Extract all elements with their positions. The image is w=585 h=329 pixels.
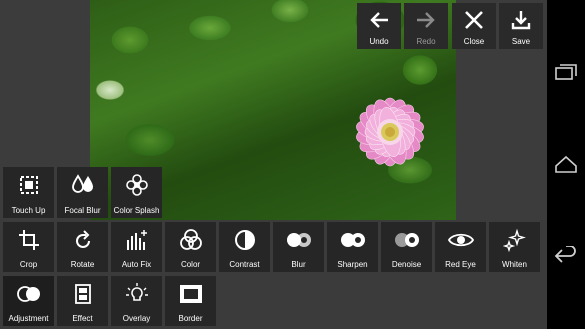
back-icon (554, 246, 576, 263)
tool-label: Color (180, 260, 201, 269)
dahlia-flower-image (356, 97, 424, 167)
denoise-icon (394, 233, 419, 247)
tool-label: Rotate (70, 260, 95, 269)
border-frame-icon (179, 285, 202, 303)
undo-label: Undo (369, 37, 389, 46)
color-splash-flower-icon (125, 174, 148, 196)
color-circles-icon (179, 229, 202, 250)
tool-label: Crop (19, 260, 38, 269)
tool-auto-fix[interactable]: Auto Fix (111, 222, 162, 272)
close-button[interactable]: Close (452, 3, 496, 49)
tool-denoise[interactable]: Denoise (381, 222, 432, 272)
tool-label: Whiten (502, 260, 527, 269)
overlay-bulb-icon (125, 283, 148, 301)
touch-up-icon (19, 176, 38, 194)
undo-arrow-icon (370, 12, 388, 28)
tool-label: Color Splash (113, 206, 160, 215)
eye-icon (447, 233, 474, 247)
system-navigation-bar (547, 0, 585, 329)
auto-fix-histogram-icon (126, 230, 147, 250)
redo-label: Redo (416, 37, 436, 46)
tool-touch-up[interactable]: Touch Up (3, 167, 54, 218)
save-label: Save (511, 37, 531, 46)
tool-label: Auto Fix (121, 260, 152, 269)
recent-apps-icon (555, 64, 577, 80)
editor-screen: Undo Redo Close Save Touch Up Focal Blur… (0, 0, 547, 329)
tool-blur[interactable]: Blur (273, 222, 324, 272)
home-icon (555, 155, 577, 173)
focal-blur-drops-icon (71, 174, 93, 193)
category-label: Overlay (122, 314, 151, 323)
contrast-icon (234, 230, 255, 250)
redo-button[interactable]: Redo (404, 3, 448, 49)
category-label: Border (178, 314, 203, 323)
tool-label: Focal Blur (64, 206, 101, 215)
tool-color-splash[interactable]: Color Splash (111, 167, 162, 218)
adjustment-icon (16, 286, 40, 302)
tool-red-eye[interactable]: Red Eye (435, 222, 486, 272)
close-label: Close (463, 37, 485, 46)
tool-label: Sharpen (337, 260, 368, 269)
save-button[interactable]: Save (499, 3, 543, 49)
tool-crop[interactable]: Crop (3, 222, 54, 272)
tool-rotate[interactable]: Rotate (57, 222, 108, 272)
sparkle-icon (502, 228, 526, 252)
category-effect[interactable]: Effect (57, 276, 108, 326)
download-save-icon (511, 11, 531, 30)
undo-button[interactable]: Undo (357, 3, 401, 49)
tool-label: Blur (291, 260, 306, 269)
blur-icon (286, 233, 311, 247)
close-icon (465, 11, 483, 29)
category-label: Effect (72, 314, 93, 323)
redo-arrow-icon (417, 12, 435, 28)
back-button[interactable] (547, 236, 585, 276)
tool-contrast[interactable]: Contrast (219, 222, 270, 272)
tool-label: Contrast (229, 260, 260, 269)
tool-sharpen[interactable]: Sharpen (327, 222, 378, 272)
rotate-icon (75, 230, 90, 248)
sharpen-icon (340, 233, 365, 247)
category-border[interactable]: Border (165, 276, 216, 326)
tool-label: Denoise (391, 260, 422, 269)
category-overlay[interactable]: Overlay (111, 276, 162, 326)
home-button[interactable] (547, 144, 585, 184)
crop-icon (18, 230, 39, 250)
effect-film-icon (74, 284, 91, 304)
tool-focal-blur[interactable]: Focal Blur (57, 167, 108, 218)
recent-apps-button[interactable] (547, 52, 585, 92)
category-label: Adjustment (8, 314, 49, 323)
category-adjustment[interactable]: Adjustment (3, 276, 54, 326)
tool-label: Red Eye (445, 260, 476, 269)
tool-whiten[interactable]: Whiten (489, 222, 540, 272)
tool-color[interactable]: Color (165, 222, 216, 272)
tool-label: Touch Up (11, 206, 46, 215)
